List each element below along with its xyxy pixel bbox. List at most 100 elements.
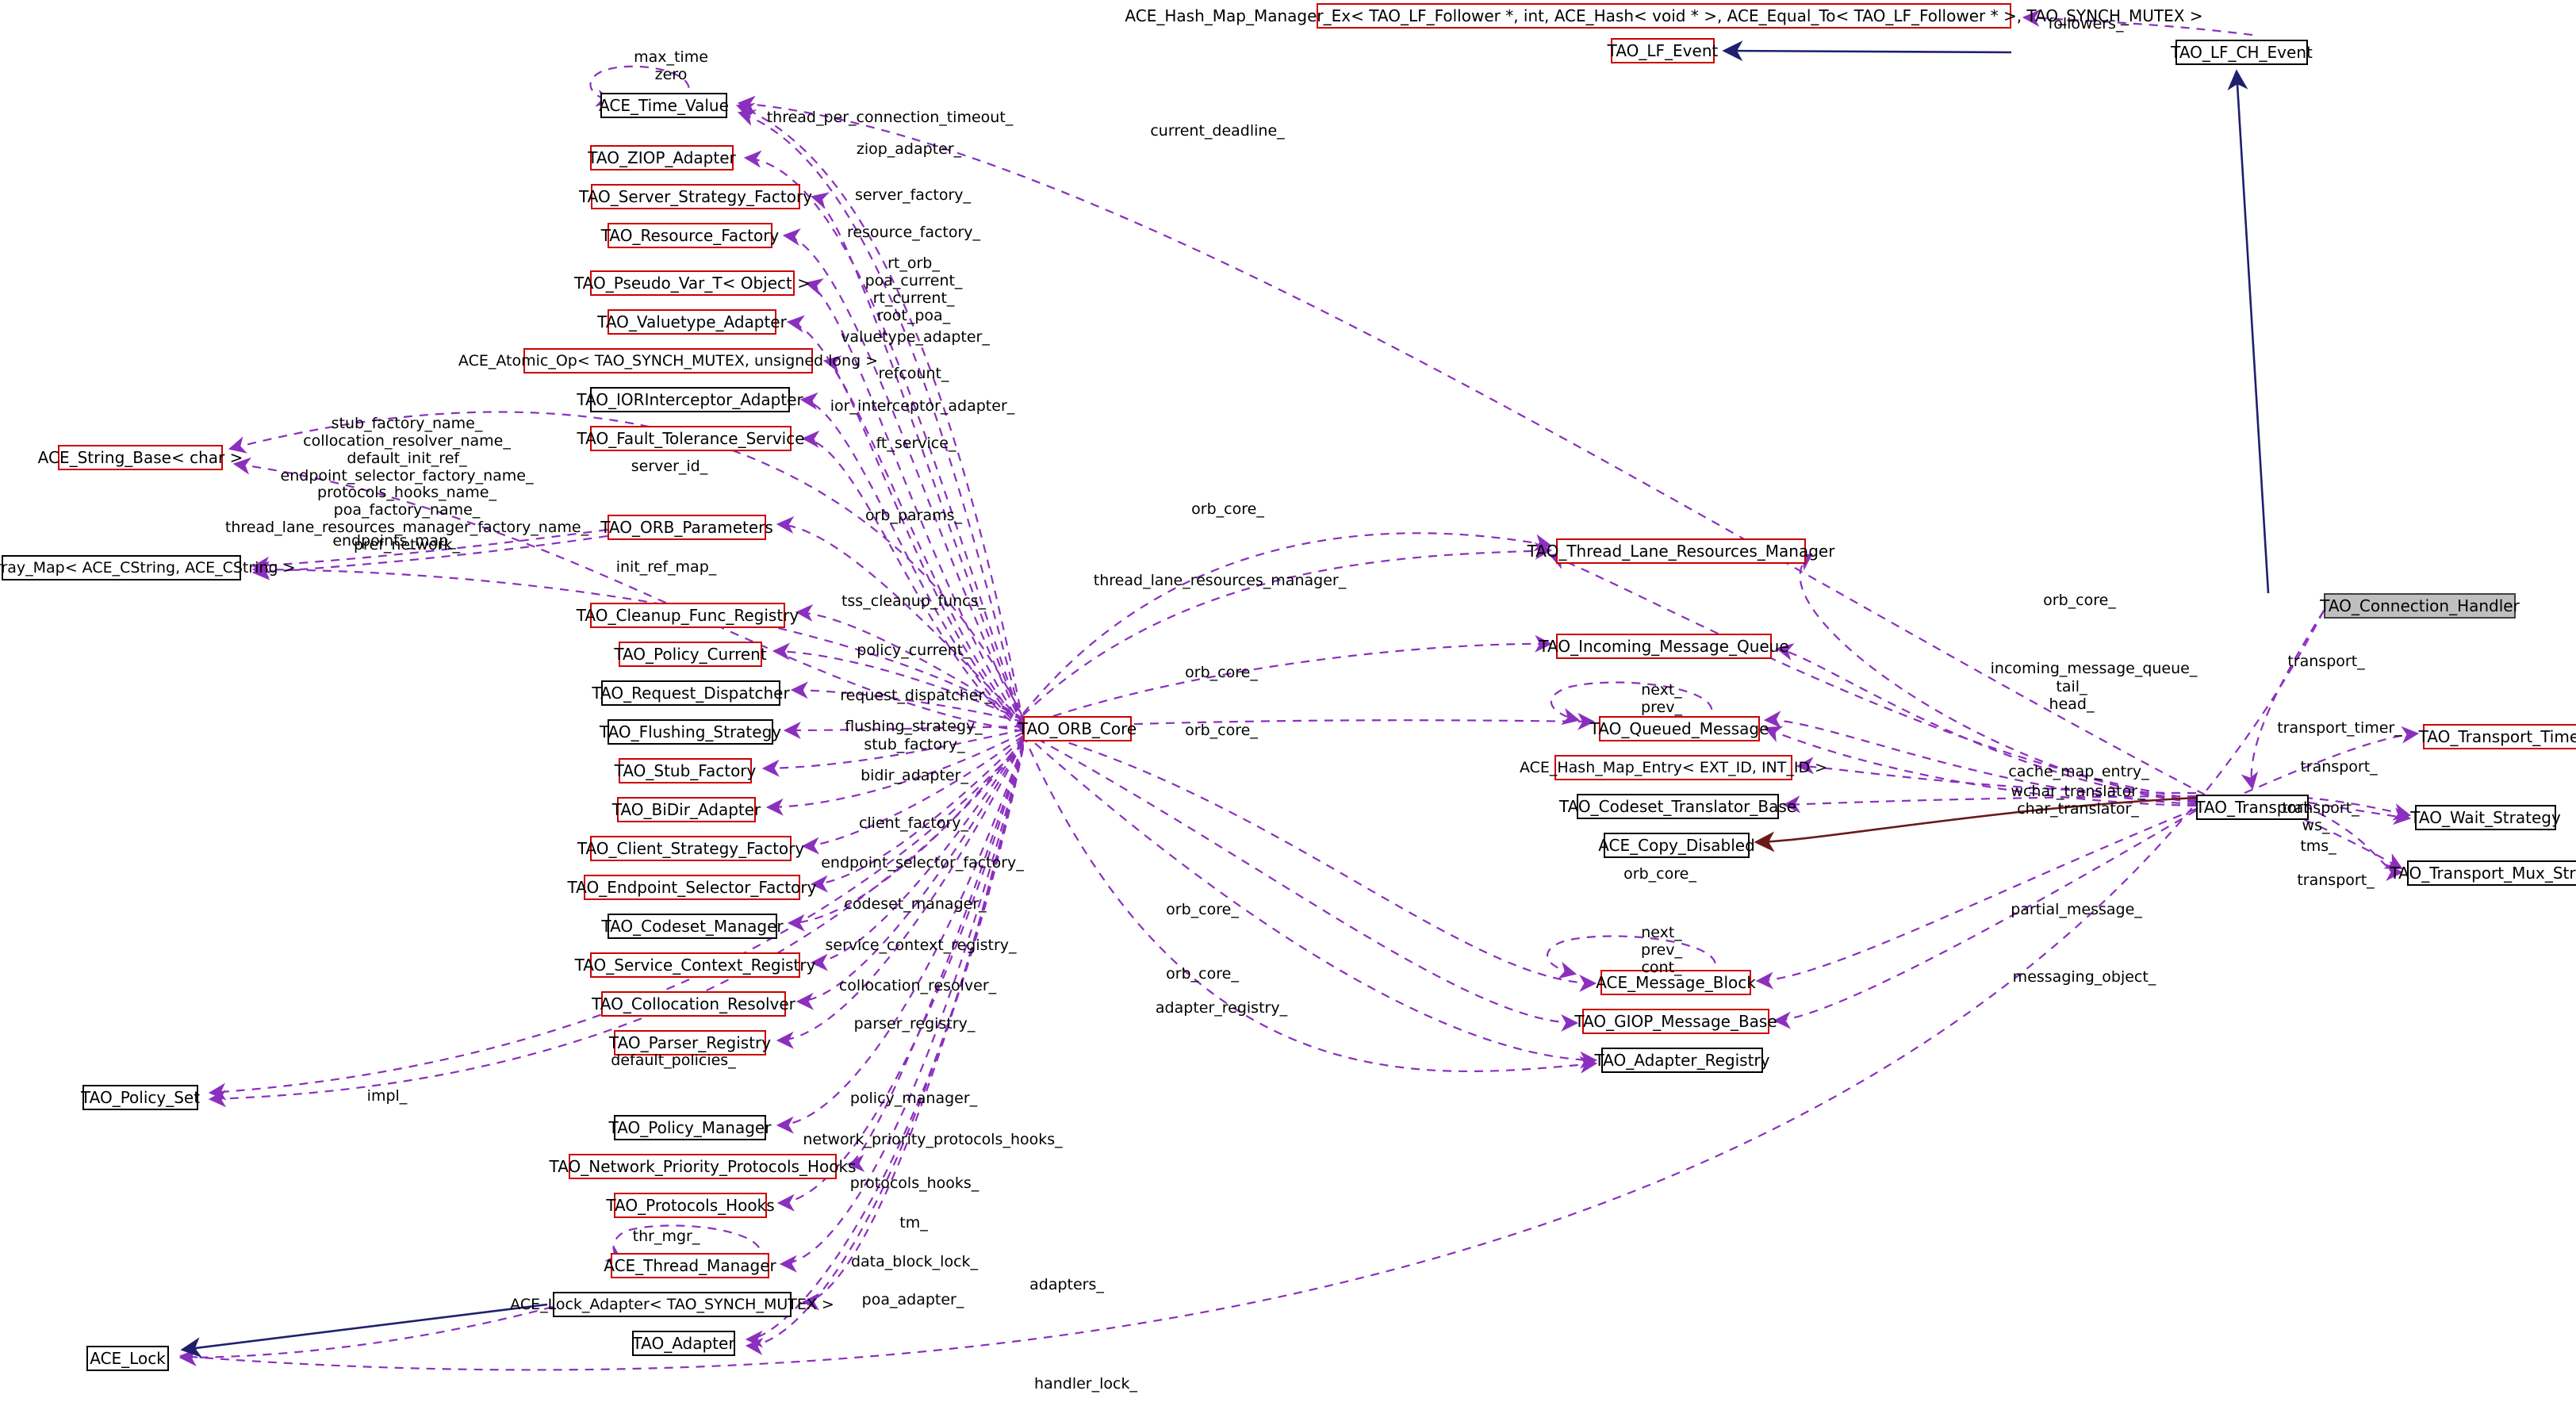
- collaboration-diagram: ACE_Hash_Map_Manager_Ex< TAO_LF_Follower…: [0, 0, 2576, 1406]
- edge-label-endpoints-map: endpoints_map_: [332, 532, 456, 550]
- node-tao-policy-set[interactable]: TAO_Policy_Set: [81, 1085, 200, 1110]
- edge-label-thr-mgr: thr_mgr_: [632, 1228, 700, 1245]
- node-ace-atomic-op[interactable]: ACE_Atomic_Op< TAO_SYNCH_MUTEX, unsigned…: [458, 348, 878, 374]
- edge-label-ior-interceptor-adapter: ior_interceptor_adapter_: [830, 397, 1015, 415]
- edge-label-request-dispatcher: request_dispatcher_: [840, 687, 992, 704]
- node-ace-hash-map-manager-ex[interactable]: ACE_Hash_Map_Manager_Ex< TAO_LF_Follower…: [1125, 3, 2203, 29]
- edge-label-tms: tms_: [2300, 837, 2336, 855]
- node-ace-lock[interactable]: ACE_Lock: [86, 1346, 169, 1371]
- edge-label-rt-orb-group: rt_orb_ poa_current_ rt_current_ root_poa_: [864, 255, 963, 324]
- edge-label-current-deadline: current_deadline_: [1150, 122, 1285, 140]
- node-tao-stub-factory[interactable]: TAO_Stub_Factory: [615, 758, 756, 783]
- node-tao-protocols-hooks[interactable]: TAO_Protocols_Hooks: [606, 1193, 775, 1218]
- edge-label-poa-adapter: poa_adapter_: [861, 1291, 964, 1308]
- node-tao-server-strategy-factory[interactable]: TAO_Server_Strategy_Factory: [579, 184, 812, 209]
- node-ace-copy-disabled[interactable]: ACE_Copy_Disabled: [1598, 833, 1755, 858]
- node-ace-array-map[interactable]: ACE_Array_Map< ACE_CString, ACE_CString …: [0, 555, 296, 580]
- node-tao-codeset-manager[interactable]: TAO_Codeset_Manager: [601, 914, 784, 939]
- edge-label-stub-factory: stub_factory_: [864, 736, 965, 753]
- node-tao-transport-mux-strategy[interactable]: TAO_Transport_Mux_Strategy: [2390, 860, 2576, 886]
- node-tao-policy-manager[interactable]: TAO_Policy_Manager: [609, 1115, 771, 1140]
- node-tao-endpoint-selector-factory[interactable]: TAO_Endpoint_Selector_Factory: [568, 875, 816, 900]
- edge-label-flushing-strategy: flushing_strategy_: [845, 718, 983, 735]
- edge-label-orb-core-1: orb_core_: [1191, 500, 1264, 518]
- node-tao-ziop-adapter[interactable]: TAO_ZIOP_Adapter: [588, 145, 736, 170]
- node-tao-thread-lane-resources-manager[interactable]: TAO_Thread_Lane_Resources_Manager: [1528, 538, 1834, 564]
- node-tao-client-strategy-factory[interactable]: TAO_Client_Strategy_Factory: [577, 836, 804, 861]
- edge-label-messaging-object: messaging_object_: [2012, 968, 2156, 986]
- edge-label-refcount: refcount_: [878, 365, 949, 382]
- node-tao-orb-core[interactable]: TAO_ORB_Core: [1018, 716, 1137, 741]
- node-tao-cleanup-func-registry[interactable]: TAO_Cleanup_Func_Registry: [577, 603, 799, 628]
- edge-label-init-ref-map: init_ref_map_: [615, 558, 717, 576]
- node-tao-codeset-translator-base[interactable]: TAO_Codeset_Translator_Base: [1559, 794, 1796, 819]
- node-tao-transport-timer[interactable]: TAO_Transport_Timer: [2419, 724, 2576, 749]
- node-tao-adapter[interactable]: TAO_Adapter: [632, 1331, 735, 1356]
- edge-label-resource-factory: resource_factory_: [846, 224, 981, 241]
- edge-label-orb-core-7: orb_core_: [2043, 592, 2116, 609]
- node-tao-lf-event[interactable]: TAO_LF_Event: [1608, 38, 1718, 63]
- edge-label-policy-current: policy_current_: [857, 642, 971, 659]
- node-ace-string-base-char[interactable]: ACE_String_Base< char >: [38, 445, 243, 470]
- edge-label-orb-params: orb_params_: [864, 507, 963, 524]
- edge-label-wchar-char-translator: wchar_translator_ char_translator_: [2011, 783, 2145, 818]
- node-tao-policy-current[interactable]: TAO_Policy_Current: [614, 642, 767, 667]
- node-tao-queued-message[interactable]: TAO_Queued_Message: [1590, 716, 1769, 741]
- edge-label-transport-ws: transport_: [2282, 799, 2359, 817]
- edge-label-parser-registry: parser_registry_: [853, 1015, 976, 1032]
- node-tao-orb-parameters[interactable]: TAO_ORB_Parameters: [600, 515, 773, 540]
- node-tao-flushing-strategy[interactable]: TAO_Flushing_Strategy: [600, 719, 781, 745]
- node-tao-bidir-adapter[interactable]: TAO_BiDir_Adapter: [612, 797, 761, 822]
- edge-label-client-factory: client_factory_: [858, 814, 969, 832]
- node-tao-wait-strategy[interactable]: TAO_Wait_Strategy: [2410, 805, 2561, 830]
- edge-label-adapter-registry: adapter_registry_: [1155, 999, 1288, 1017]
- node-tao-pseudo-var-t[interactable]: TAO_Pseudo_Var_T< Object >: [574, 270, 811, 296]
- edge-label-orb-core-2: orb_core_: [1185, 664, 1258, 681]
- edge-label-thread-per-connection-timeout: thread_per_connection_timeout_: [766, 109, 1014, 126]
- edge-label-ziop-adapter: ziop_adapter_: [856, 140, 962, 158]
- edge-label-protocols-hooks: protocols_hooks_: [849, 1174, 979, 1192]
- node-tao-adapter-registry[interactable]: TAO_Adapter_Registry: [1595, 1048, 1769, 1073]
- node-tao-giop-message-base[interactable]: TAO_GIOP_Message_Base: [1574, 1009, 1777, 1034]
- edge-label-transport-connection-handler: transport_: [2287, 653, 2365, 670]
- edge-label-collocation-resolver: collocation_resolver_: [838, 977, 997, 994]
- node-tao-request-dispatcher[interactable]: TAO_Request_Dispatcher: [592, 680, 790, 706]
- edge-label-next-prev: next_ prev_: [1641, 681, 1682, 716]
- edge-label-codeset-manager: codeset_manager_: [844, 895, 987, 913]
- node-tao-collocation-resolver[interactable]: TAO_Collocation_Resolver: [592, 991, 795, 1017]
- node-ace-hash-map-entry[interactable]: ACE_Hash_Map_Entry< EXT_ID, INT_ID >: [1520, 755, 1827, 780]
- edge-label-valuetype-adapter: valuetype_adapter_: [841, 328, 990, 346]
- node-tao-connection-handler[interactable]: TAO_Connection_Handler: [2320, 593, 2520, 619]
- edge-label-orb-core-6: orb_core_: [1623, 865, 1696, 883]
- node-ace-lock-adapter[interactable]: ACE_Lock_Adapter< TAO_SYNCH_MUTEX >: [510, 1292, 834, 1317]
- edge-label-adapters: adapters_: [1029, 1276, 1104, 1293]
- edge-label-orb-core-5: orb_core_: [1166, 965, 1239, 983]
- edge-layer: [178, 9, 2420, 1371]
- edge-label-server-id: server_id_: [631, 458, 708, 475]
- node-ace-thread-manager[interactable]: ACE_Thread_Manager: [604, 1253, 776, 1278]
- edge-label-orb-core-3: orb_core_: [1185, 722, 1258, 739]
- node-tao-fault-tolerance-service[interactable]: TAO_Fault_Tolerance_Service: [577, 426, 805, 451]
- edge-label-followers: followers_: [2048, 15, 2124, 33]
- node-tao-network-priority-protocols-hooks[interactable]: TAO_Network_Priority_Protocols_Hooks: [550, 1154, 856, 1179]
- node-ace-time-value[interactable]: ACE_Time_Value: [599, 93, 729, 118]
- node-tao-iorinterceptor-adapter[interactable]: TAO_IORInterceptor_Adapter: [577, 387, 803, 412]
- node-tao-resource-factory[interactable]: TAO_Resource_Factory: [601, 223, 779, 248]
- edge-label-network-priority-protocols-hooks: network_priority_protocols_hooks_: [803, 1131, 1063, 1148]
- node-tao-incoming-message-queue[interactable]: TAO_Incoming_Message_Queue: [1539, 634, 1789, 659]
- edge-label-incoming-message-queue: incoming_message_queue_: [1990, 660, 2198, 677]
- edge-label-bidir-adapter: bidir_adapter_: [861, 767, 968, 784]
- edge-label-service-context-registry: service_context_registry_: [825, 937, 1017, 954]
- edge-label-default-policies: default_policies_: [611, 1052, 736, 1069]
- edge-label-transport-tms: transport_: [2297, 872, 2375, 889]
- edge-label-max-time-zero: max_time zero: [634, 48, 708, 83]
- edge-label-policy-manager: policy_manager_: [849, 1090, 978, 1107]
- edge-label-transport-wait: transport_: [2300, 758, 2378, 776]
- node-tao-lf-ch-event[interactable]: TAO_LF_CH_Event: [2171, 40, 2313, 65]
- edge-label-endpoint-selector-factory: endpoint_selector_factory_: [821, 854, 1024, 872]
- edge-label-orb-core-4: orb_core_: [1166, 901, 1239, 918]
- edge-label-data-block-lock: data_block_lock_: [850, 1253, 979, 1270]
- node-tao-service-context-registry[interactable]: TAO_Service_Context_Registry: [575, 952, 815, 978]
- edge-label-cache-map-entry: cache_map_entry_: [2008, 763, 2149, 780]
- node-tao-valuetype-adapter[interactable]: TAO_Valuetype_Adapter: [597, 309, 787, 335]
